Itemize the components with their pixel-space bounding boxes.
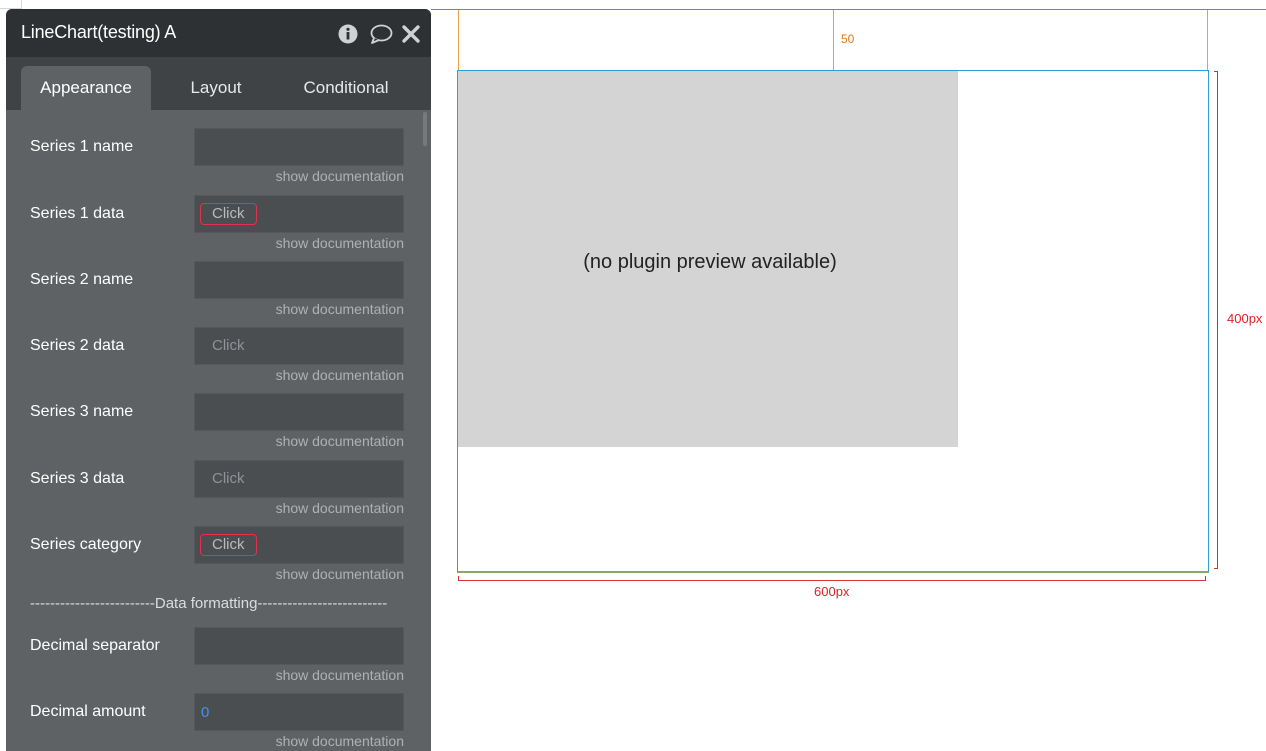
series-3-name-input[interactable] bbox=[194, 393, 404, 431]
height-dimension-label: 400px bbox=[1227, 311, 1263, 326]
series-2-data-click-button[interactable]: Click bbox=[200, 335, 257, 357]
height-dimension-marker bbox=[1214, 71, 1218, 569]
property-row-series-1-data: Series 1 data Click show documentation bbox=[6, 195, 431, 261]
header-icons bbox=[337, 23, 423, 45]
decimal-amount-label: Decimal amount bbox=[30, 703, 146, 720]
plugin-preview-text: (no plugin preview available) bbox=[583, 251, 837, 273]
series-3-name-label: Series 3 name bbox=[30, 403, 134, 420]
show-documentation-link[interactable]: show documentation bbox=[276, 168, 404, 184]
show-documentation-link[interactable]: show documentation bbox=[276, 667, 404, 683]
data-formatting-divider: -------------------------Data formatting… bbox=[30, 595, 388, 612]
panel-tabs: Appearance Layout Conditional bbox=[6, 57, 431, 110]
width-dimension-marker bbox=[458, 576, 1206, 581]
show-documentation-link[interactable]: show documentation bbox=[276, 235, 404, 251]
close-icon[interactable] bbox=[401, 23, 423, 45]
property-row-series-3-data: Series 3 data Click show documentation bbox=[6, 460, 431, 526]
property-row-series-category: Series category Click show documentation bbox=[6, 526, 431, 592]
series-2-data-label: Series 2 data bbox=[30, 337, 125, 354]
series-2-data-field: Click bbox=[194, 327, 404, 365]
panel-header: LineChart(testing) A bbox=[6, 9, 431, 57]
series-3-data-label: Series 3 data bbox=[30, 470, 125, 487]
property-row-series-3-name: Series 3 name show documentation bbox=[6, 393, 431, 459]
show-documentation-link[interactable]: show documentation bbox=[276, 433, 404, 449]
series-2-name-label: Series 2 name bbox=[30, 271, 134, 288]
margin-guide-center bbox=[833, 10, 834, 71]
series-1-data-click-button[interactable]: Click bbox=[200, 203, 257, 225]
series-category-field: Click bbox=[194, 526, 404, 564]
tab-layout[interactable]: Layout bbox=[156, 66, 276, 110]
property-row-decimal-amount: Decimal amount 0 show documentation bbox=[6, 693, 431, 751]
decimal-separator-input[interactable] bbox=[194, 627, 404, 665]
width-dimension-label: 600px bbox=[814, 584, 850, 599]
tab-conditional[interactable]: Conditional bbox=[281, 66, 411, 110]
series-1-data-field: Click bbox=[194, 195, 404, 233]
show-documentation-link[interactable]: show documentation bbox=[276, 566, 404, 582]
show-documentation-link[interactable]: show documentation bbox=[276, 301, 404, 317]
property-editor-panel: LineChart(testing) A Appearance Layout C… bbox=[6, 9, 431, 751]
series-1-data-label: Series 1 data bbox=[30, 205, 125, 222]
decimal-separator-label: Decimal separator bbox=[30, 637, 160, 654]
margin-label: 50 bbox=[841, 32, 855, 46]
property-row-series-1-name: Series 1 name show documentation bbox=[6, 128, 431, 194]
show-documentation-link[interactable]: show documentation bbox=[276, 733, 404, 749]
series-1-name-input[interactable] bbox=[194, 128, 404, 166]
series-category-click-button[interactable]: Click bbox=[200, 534, 257, 556]
series-1-name-label: Series 1 name bbox=[30, 138, 134, 155]
panel-title: LineChart(testing) A bbox=[21, 22, 177, 42]
tab-appearance[interactable]: Appearance bbox=[21, 66, 151, 110]
plugin-preview-placeholder: (no plugin preview available) bbox=[458, 71, 958, 447]
property-row-series-2-data: Series 2 data Click show documentation bbox=[6, 327, 431, 393]
show-documentation-link[interactable]: show documentation bbox=[276, 500, 404, 516]
decimal-amount-input[interactable]: 0 bbox=[194, 693, 404, 731]
show-documentation-link[interactable]: show documentation bbox=[276, 367, 404, 383]
decimal-amount-value: 0 bbox=[201, 704, 210, 721]
property-row-series-2-name: Series 2 name show documentation bbox=[6, 261, 431, 327]
series-3-data-field: Click bbox=[194, 460, 404, 498]
series-2-name-input[interactable] bbox=[194, 261, 404, 299]
info-icon[interactable] bbox=[337, 23, 359, 45]
comment-icon[interactable] bbox=[369, 23, 393, 45]
gutter-border bbox=[0, 0, 22, 9]
series-3-data-click-button[interactable]: Click bbox=[200, 468, 257, 490]
property-row-decimal-separator: Decimal separator show documentation bbox=[6, 627, 431, 693]
panel-body: Series 1 name show documentation Series … bbox=[6, 110, 431, 751]
series-category-label: Series category bbox=[30, 536, 142, 553]
